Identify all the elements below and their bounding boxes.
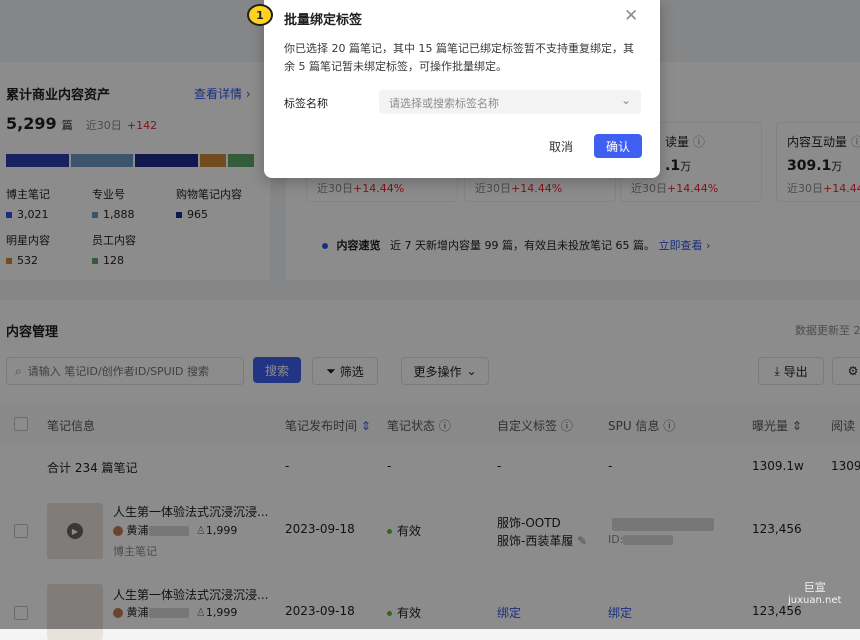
confirm-button[interactable]: 确认 <box>594 134 642 158</box>
batch-bind-tag-modal: 1 批量绑定标签 ✕ 你已选择 20 篇笔记，其中 15 篇笔记已绑定标签暂不支… <box>247 0 660 178</box>
desc-line-1: 你已选择 20 篇笔记，其中 15 篇笔记已绑定标签暂不支持重复绑定，其 <box>284 42 634 55</box>
chevron-down-icon: ⌄ <box>620 93 631 107</box>
watermark-name: 巨宣 <box>803 581 826 594</box>
select-placeholder: 请选择或搜索标签名称 <box>389 97 499 110</box>
close-icon[interactable]: ✕ <box>624 6 638 26</box>
watermark: 巨宣 juxuan.net <box>788 579 841 606</box>
confirm-label: 确认 <box>605 139 630 154</box>
step-number: 1 <box>256 8 264 22</box>
cancel-button[interactable]: 取消 <box>540 134 582 158</box>
modal-title: 批量绑定标签 <box>284 13 363 28</box>
tag-name-label: 标签名称 <box>284 97 328 110</box>
step-badge: 1 <box>247 4 273 26</box>
modal-description: 你已选择 20 篇笔记，其中 15 篇笔记已绑定标签暂不支持重复绑定，其 余 5… <box>284 40 634 76</box>
desc-line-2: 余 5 篇笔记暂未绑定标签，可操作批量绑定。 <box>284 60 507 73</box>
cancel-label: 取消 <box>548 139 573 154</box>
watermark-domain: juxuan.net <box>788 595 842 606</box>
tag-name-select[interactable]: 请选择或搜索标签名称 ⌄ <box>379 90 641 114</box>
